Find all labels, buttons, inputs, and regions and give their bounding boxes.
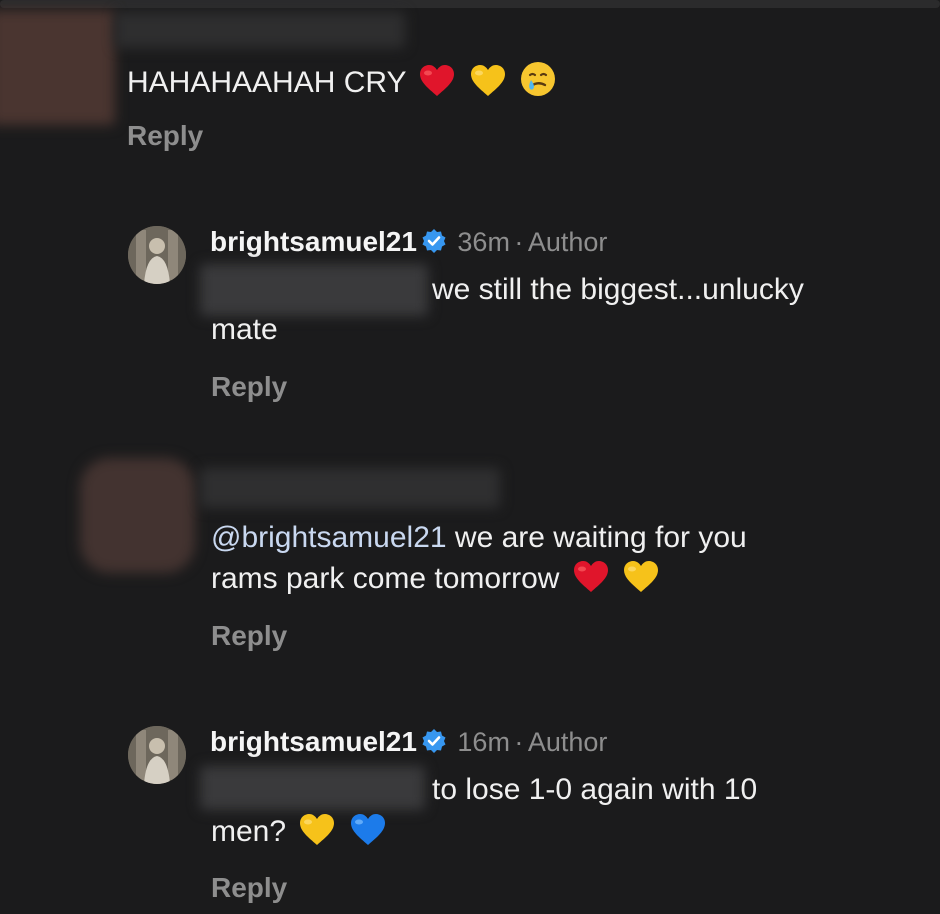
redacted-avatar — [80, 458, 195, 573]
comment-text-line2: mate — [211, 313, 278, 346]
username[interactable]: brightsamuel21 — [210, 226, 417, 257]
redacted-avatar — [0, 10, 115, 125]
verified-badge-icon — [421, 228, 447, 266]
comment-text: we are waiting for you — [446, 521, 747, 554]
timestamp: 16m — [457, 727, 510, 757]
yellow-heart-icon — [298, 813, 336, 858]
comment-1-text: HAHAHAAHAH CRY — [127, 60, 557, 109]
reply-button[interactable]: Reply — [211, 620, 287, 652]
redacted-mention — [200, 766, 425, 810]
comment-3-line2: rams park come tomorrow — [211, 559, 660, 605]
redacted-mention — [200, 264, 428, 316]
separator: · — [514, 227, 524, 257]
redacted-username — [115, 12, 405, 48]
username[interactable]: brightsamuel21 — [210, 726, 417, 757]
comment-text: to lose 1-0 again with 10 — [432, 773, 758, 806]
avatar[interactable] — [128, 726, 186, 784]
reply-button[interactable]: Reply — [211, 371, 287, 403]
mention-link[interactable]: @brightsamuel21 — [211, 521, 447, 554]
comment-2-header: brightsamuel21 36m · Author — [210, 226, 607, 266]
comment-text: HAHAHAAHAH CRY — [127, 66, 406, 99]
yellow-heart-icon — [469, 64, 507, 109]
author-label: Author — [527, 727, 608, 757]
comment-3-line1: @brightsamuel21 we are waiting for you — [211, 518, 747, 558]
top-strip — [0, 0, 940, 8]
separator: · — [514, 727, 524, 757]
crying-face-icon — [519, 60, 557, 109]
reply-button[interactable]: Reply — [127, 120, 203, 152]
avatar[interactable] — [128, 226, 186, 284]
yellow-heart-icon — [622, 560, 660, 605]
author-label: Author — [527, 227, 608, 257]
comment-4-header: brightsamuel21 16m · Author — [210, 726, 607, 766]
comment-text: we still the biggest...unlucky — [432, 273, 804, 306]
comment-text-line2: men? — [211, 815, 287, 848]
blue-heart-icon — [349, 813, 387, 858]
red-heart-icon — [572, 560, 610, 605]
verified-badge-icon — [421, 728, 447, 766]
redacted-username — [200, 468, 500, 508]
comment-4-line2: men? — [211, 812, 387, 858]
comment-text-line2: rams park come tomorrow — [211, 562, 560, 595]
timestamp: 36m — [457, 227, 510, 257]
red-heart-icon — [418, 64, 456, 109]
reply-button[interactable]: Reply — [211, 872, 287, 904]
